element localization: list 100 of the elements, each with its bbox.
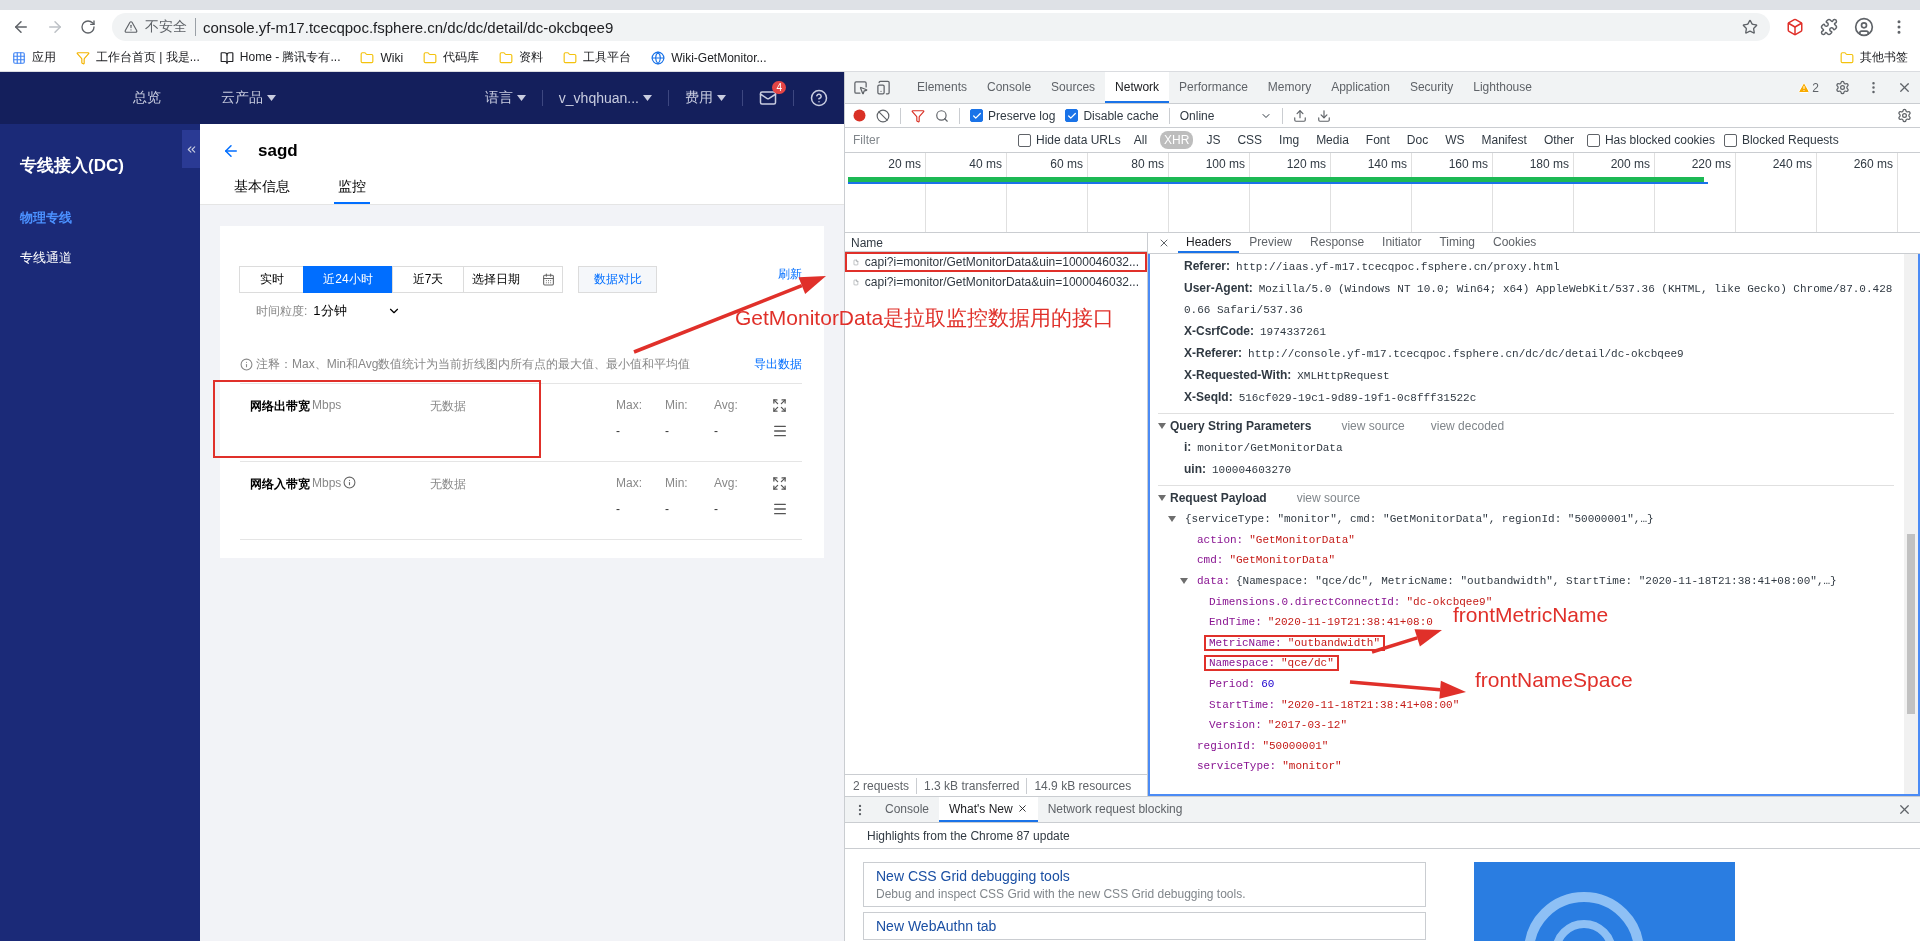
settings-icon[interactable] bbox=[1897, 108, 1912, 123]
feature-title[interactable]: New CSS Grid debugging tools bbox=[876, 868, 1413, 884]
bookmark-star-icon[interactable] bbox=[1742, 19, 1758, 35]
detail-tab[interactable]: Response bbox=[1302, 233, 1373, 253]
checkbox[interactable] bbox=[1723, 133, 1737, 147]
checkbox-label[interactable]: Has blocked cookies bbox=[1604, 133, 1715, 147]
drawer-tab[interactable]: What's New bbox=[939, 797, 1038, 822]
checkbox[interactable] bbox=[1018, 133, 1031, 147]
bookmark[interactable]: Home - 腾讯专有... bbox=[219, 49, 341, 66]
close-icon[interactable] bbox=[1897, 80, 1912, 95]
type-filter[interactable]: WS bbox=[1441, 131, 1469, 149]
close-icon[interactable] bbox=[1158, 237, 1170, 249]
compare-button[interactable]: 数据对比 bbox=[578, 266, 657, 293]
bookmark[interactable]: 资料 bbox=[499, 49, 544, 66]
extension-icon[interactable] bbox=[1786, 18, 1804, 36]
checkbox-label[interactable]: Hide data URLs bbox=[1036, 133, 1121, 147]
time-range-button[interactable]: 近24小时 bbox=[303, 266, 393, 293]
drawer-tab[interactable]: Console bbox=[875, 797, 940, 822]
devtools-tab[interactable]: Sources bbox=[1041, 72, 1106, 103]
bookmark[interactable]: 其他书签 bbox=[1840, 49, 1908, 66]
type-filter[interactable]: Media bbox=[1312, 131, 1353, 149]
type-filter[interactable]: All bbox=[1129, 131, 1152, 149]
date-picker[interactable]: 选择日期 bbox=[463, 266, 563, 293]
drawer-tab[interactable]: Network request blocking bbox=[1037, 797, 1193, 822]
settings-icon[interactable] bbox=[1835, 80, 1850, 95]
close-icon[interactable] bbox=[1897, 802, 1912, 817]
devtools-tab[interactable]: Security bbox=[1399, 72, 1464, 103]
nav-item[interactable]: 云产品 bbox=[221, 89, 276, 107]
granularity-select[interactable]: 1分钟 bbox=[313, 302, 401, 320]
type-filter[interactable]: Manifest bbox=[1477, 131, 1531, 149]
clear-icon[interactable] bbox=[876, 108, 890, 123]
fullscreen-icon[interactable] bbox=[772, 476, 787, 491]
back-button[interactable] bbox=[12, 18, 30, 36]
type-filter[interactable]: Other bbox=[1539, 131, 1578, 149]
bookmark[interactable]: Wiki-GetMonitor... bbox=[651, 50, 767, 65]
help-icon[interactable] bbox=[810, 89, 828, 107]
type-filter[interactable]: Img bbox=[1275, 131, 1304, 149]
search-icon[interactable] bbox=[935, 108, 949, 123]
menu-icon[interactable] bbox=[772, 501, 788, 517]
billing-menu[interactable]: 费用 bbox=[685, 89, 726, 107]
checkbox-label[interactable]: Disable cache bbox=[1083, 108, 1159, 123]
security-label[interactable]: 不安全 bbox=[145, 18, 196, 36]
feature-title[interactable]: New WebAuthn tab bbox=[876, 918, 1413, 934]
checkbox-label[interactable]: Preserve log bbox=[988, 108, 1056, 123]
devtools-tab[interactable]: Lighthouse bbox=[1463, 72, 1542, 103]
type-filter[interactable]: Font bbox=[1361, 131, 1394, 149]
tab[interactable]: 基本信息 bbox=[230, 178, 294, 204]
expand-triangle-icon[interactable] bbox=[1158, 493, 1166, 502]
feature-card[interactable]: New WebAuthn tab bbox=[863, 912, 1426, 940]
request-row[interactable]: capi?i=monitor/GetMonitorData&uin=1000046032... bbox=[845, 252, 1147, 272]
checkbox[interactable] bbox=[1065, 109, 1079, 122]
view-link[interactable]: view source bbox=[1296, 490, 1361, 505]
record-button[interactable] bbox=[853, 109, 866, 122]
address-field[interactable]: 不安全 console.yf-m17.tcecqpoc.fsphere.cn/dc/dc/detail/dc-okcbqee9 bbox=[112, 13, 1770, 41]
devtools-tab[interactable]: Console bbox=[977, 72, 1042, 103]
bookmark[interactable]: 工具平台 bbox=[563, 49, 632, 66]
nav-item[interactable]: 总览 bbox=[133, 89, 161, 107]
extensions-icon[interactable] bbox=[1820, 18, 1838, 36]
time-range-button[interactable]: 实时 bbox=[239, 266, 304, 293]
upload-icon[interactable] bbox=[1293, 108, 1308, 123]
checkbox[interactable] bbox=[970, 109, 983, 122]
warnings-button[interactable]: 2 bbox=[1798, 80, 1819, 95]
sidebar-item[interactable]: 物理专线 bbox=[20, 209, 200, 227]
throttling-select[interactable]: Online bbox=[1179, 108, 1273, 123]
devtools-tab[interactable]: Performance bbox=[1169, 72, 1258, 103]
devtools-tab[interactable]: Memory bbox=[1257, 72, 1322, 103]
fullscreen-icon[interactable] bbox=[772, 398, 787, 413]
feature-card[interactable]: New CSS Grid debugging tools Debug and inspect CSS Grid with the new CSS Grid debugging tools. bbox=[863, 862, 1426, 907]
scrollbar[interactable] bbox=[1904, 254, 1918, 794]
user-menu[interactable]: v_vhqhuan... bbox=[558, 90, 652, 106]
expand-triangle-icon[interactable] bbox=[1168, 515, 1176, 524]
bookmark[interactable]: Wiki bbox=[360, 50, 404, 65]
language-menu[interactable]: 语言 bbox=[484, 89, 526, 107]
type-filter[interactable]: JS bbox=[1202, 131, 1225, 149]
bookmark[interactable]: 工作台首页 | 我是... bbox=[76, 49, 200, 66]
detail-tab[interactable]: Cookies bbox=[1485, 233, 1545, 253]
filter-icon[interactable] bbox=[911, 108, 925, 123]
sidebar-item[interactable]: 专线通道 bbox=[20, 249, 200, 267]
checkbox[interactable] bbox=[1586, 133, 1600, 147]
refresh-link[interactable]: 刷新 bbox=[778, 266, 802, 283]
type-filter[interactable]: CSS bbox=[1233, 131, 1267, 149]
devtools-tab[interactable]: Elements bbox=[907, 72, 978, 103]
expand-triangle-icon[interactable] bbox=[1180, 577, 1188, 586]
export-link[interactable]: 导出数据 bbox=[754, 356, 802, 373]
reload-button[interactable] bbox=[80, 19, 96, 35]
collapse-button[interactable] bbox=[182, 130, 200, 168]
download-icon[interactable] bbox=[1317, 108, 1332, 123]
time-range-button[interactable]: 近7天 bbox=[392, 266, 464, 293]
detail-tab[interactable]: Initiator bbox=[1374, 233, 1430, 253]
view-link[interactable]: view source bbox=[1341, 418, 1405, 433]
close-icon[interactable] bbox=[1016, 803, 1028, 814]
devtools-tab[interactable]: Network bbox=[1105, 72, 1170, 103]
mail-button[interactable] bbox=[759, 89, 777, 107]
tab[interactable]: 监控 bbox=[334, 178, 370, 204]
profile-icon[interactable] bbox=[1854, 17, 1874, 37]
request-row[interactable]: capi?i=monitor/GetMonitorData&uin=1000046032... bbox=[845, 272, 1147, 292]
expand-triangle-icon[interactable] bbox=[1158, 421, 1166, 430]
devtools-tab[interactable]: Application bbox=[1321, 72, 1400, 103]
view-link[interactable]: view decoded bbox=[1430, 418, 1505, 433]
detail-tab[interactable]: Preview bbox=[1241, 233, 1301, 253]
